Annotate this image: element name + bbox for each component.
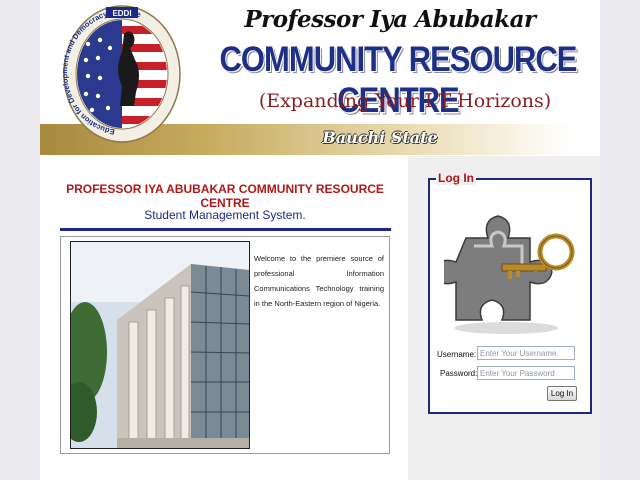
professor-title: Professor Iya Abubakar (244, 6, 536, 33)
puzzle-key-icon (444, 215, 575, 334)
login-button[interactable]: Log In (547, 386, 577, 401)
main-heading: PROFESSOR IYA ABUBAKAR COMMUNITY RESOURC… (66, 182, 384, 210)
password-input[interactable] (477, 366, 575, 380)
header-banner: Education for Development and Democracy … (40, 0, 600, 155)
username-input[interactable] (477, 346, 575, 360)
page: Education for Development and Democracy … (40, 0, 600, 480)
welcome-panel: Welcome to the premiere source of profes… (60, 236, 390, 454)
state-label: Bauchi State (322, 128, 438, 147)
welcome-text: Welcome to the premiere source of profes… (254, 254, 384, 308)
username-label: Username: (437, 350, 477, 359)
tagline: (Expanding Your I.T Horizons) (258, 90, 552, 112)
login-panel: Log In Username: Password: Log In (428, 171, 592, 414)
system-subheading: Student Management System. (144, 208, 306, 222)
sidebar: Log In Username: Password: Log In (408, 156, 600, 480)
password-label: Password: (440, 369, 478, 378)
login-legend: Log In (436, 171, 476, 185)
logo-acronym: EDDI (112, 9, 131, 18)
eddi-logo: Education for Development and Democracy … (62, 5, 181, 143)
heading-divider (60, 228, 391, 231)
building-photo (70, 241, 250, 449)
